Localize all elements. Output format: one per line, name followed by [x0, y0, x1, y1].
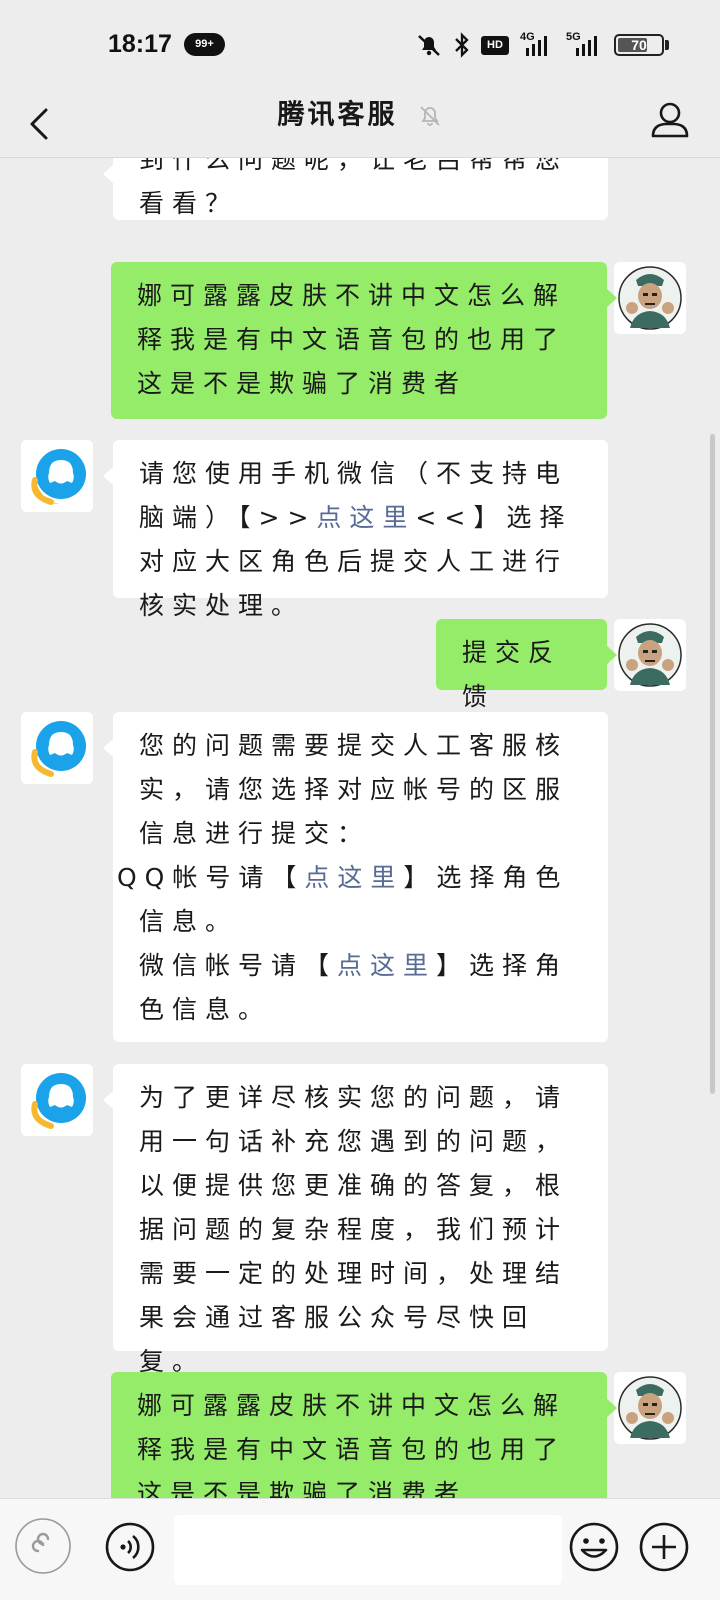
message-text: QQ帐号请【点这里】选择角色信息。	[117, 856, 584, 944]
mini-program-icon[interactable]	[14, 1517, 72, 1575]
mute-status-icon	[418, 35, 440, 56]
message-link[interactable]: 点这里	[316, 503, 415, 532]
battery-cap	[665, 40, 669, 50]
plus-icon[interactable]	[638, 1521, 690, 1573]
message-text-part: QQ帐号请【	[117, 863, 305, 892]
message-text: 娜可露露皮肤不讲中文怎么解释我是有中文语音包的也用了这是不是欺骗了消费者	[137, 281, 567, 398]
service-avatar[interactable]	[21, 712, 93, 784]
signal-5g-icon	[576, 36, 597, 56]
user-avatar[interactable]	[614, 262, 686, 334]
message-text: 娜可露露皮肤不讲中文怎么解释我是有中文语音包的也用了这是不是欺骗了消费者	[137, 1391, 567, 1498]
qq-service-logo-icon	[21, 440, 93, 512]
user-avatar[interactable]	[614, 1372, 686, 1444]
chat-message-list[interactable]: 到什么问题呢，让老吕帮帮您看看？ 娜可露露皮肤不讲中文怎么解释我是有中文语音包的…	[0, 158, 720, 1498]
bell-muted-icon	[419, 105, 440, 126]
message-bubble-me[interactable]: 娜可露露皮肤不讲中文怎么解释我是有中文语音包的也用了这是不是欺骗了消费者	[111, 262, 617, 419]
page-title: 腾讯客服	[277, 99, 398, 131]
service-avatar[interactable]	[21, 440, 93, 512]
message-bubble-me[interactable]: 提交反馈	[436, 619, 617, 711]
message-bubble-service[interactable]: 您的问题需要提交人工客服核实，请您选择对应帐号的区服信息进行提交： QQ帐号请【…	[103, 712, 608, 1042]
battery-icon: 70	[614, 34, 664, 56]
service-avatar[interactable]	[21, 1064, 93, 1136]
signal-4g-icon	[526, 36, 547, 56]
back-button[interactable]	[20, 102, 64, 146]
message-text: 您的问题需要提交人工客服核实，请您选择对应帐号的区服信息进行提交：	[139, 731, 569, 848]
title-wrap: 腾讯客服	[0, 92, 720, 158]
input-bar	[0, 1498, 720, 1600]
user-avatar-image	[614, 1372, 686, 1444]
voice-icon[interactable]	[104, 1521, 156, 1573]
message-text: 请您使用手机微信（不支持电脑端）【>>点这里<<】选择对应大区角色后提交人工进行…	[139, 452, 584, 628]
message-bubble-service[interactable]: 为了更详尽核实您的问题，请用一句话补充您遇到的问题，以便提供您更准确的答复，根据…	[103, 1064, 608, 1376]
message-text: 为了更详尽核实您的问题，请用一句话补充您遇到的问题，以便提供您更准确的答复，根据…	[139, 1083, 569, 1376]
chat-header: 腾讯客服	[0, 92, 720, 158]
qq-service-logo-icon	[21, 1064, 93, 1136]
message-text: 提交反馈	[462, 638, 562, 711]
message-text: 到什么问题呢，让老吕帮帮您看看？	[139, 158, 569, 218]
person-icon[interactable]	[648, 98, 692, 142]
wechat-account-link[interactable]: 点这里	[337, 951, 436, 980]
message-text: 微信帐号请【点这里】选择角色信息。	[139, 944, 584, 1032]
qq-account-link[interactable]: 点这里	[304, 863, 403, 892]
scrollbar[interactable]	[710, 434, 715, 1094]
hd-icon: HD	[481, 36, 509, 55]
status-time: 18:17	[108, 30, 172, 58]
user-avatar[interactable]	[614, 619, 686, 691]
message-bubble-me[interactable]: 娜可露露皮肤不讲中文怎么解释我是有中文语音包的也用了这是不是欺骗了消费者	[111, 1372, 617, 1498]
status-bar: 18:17 99+ HD 4G 5G 70	[0, 0, 720, 92]
user-avatar-image	[614, 262, 686, 334]
message-input[interactable]	[174, 1515, 562, 1585]
battery-label: 70	[631, 37, 647, 53]
user-avatar-image	[614, 619, 686, 691]
qq-service-logo-icon	[21, 712, 93, 784]
message-text-part: 微信帐号请【	[139, 951, 338, 980]
notification-badge: 99+	[184, 33, 225, 56]
bluetooth-icon	[455, 32, 469, 58]
message-bubble-service[interactable]: 到什么问题呢，让老吕帮帮您看看？	[103, 158, 608, 220]
emoji-icon[interactable]	[568, 1521, 620, 1573]
message-bubble-service[interactable]: 请您使用手机微信（不支持电脑端）【>>点这里<<】选择对应大区角色后提交人工进行…	[103, 440, 608, 620]
